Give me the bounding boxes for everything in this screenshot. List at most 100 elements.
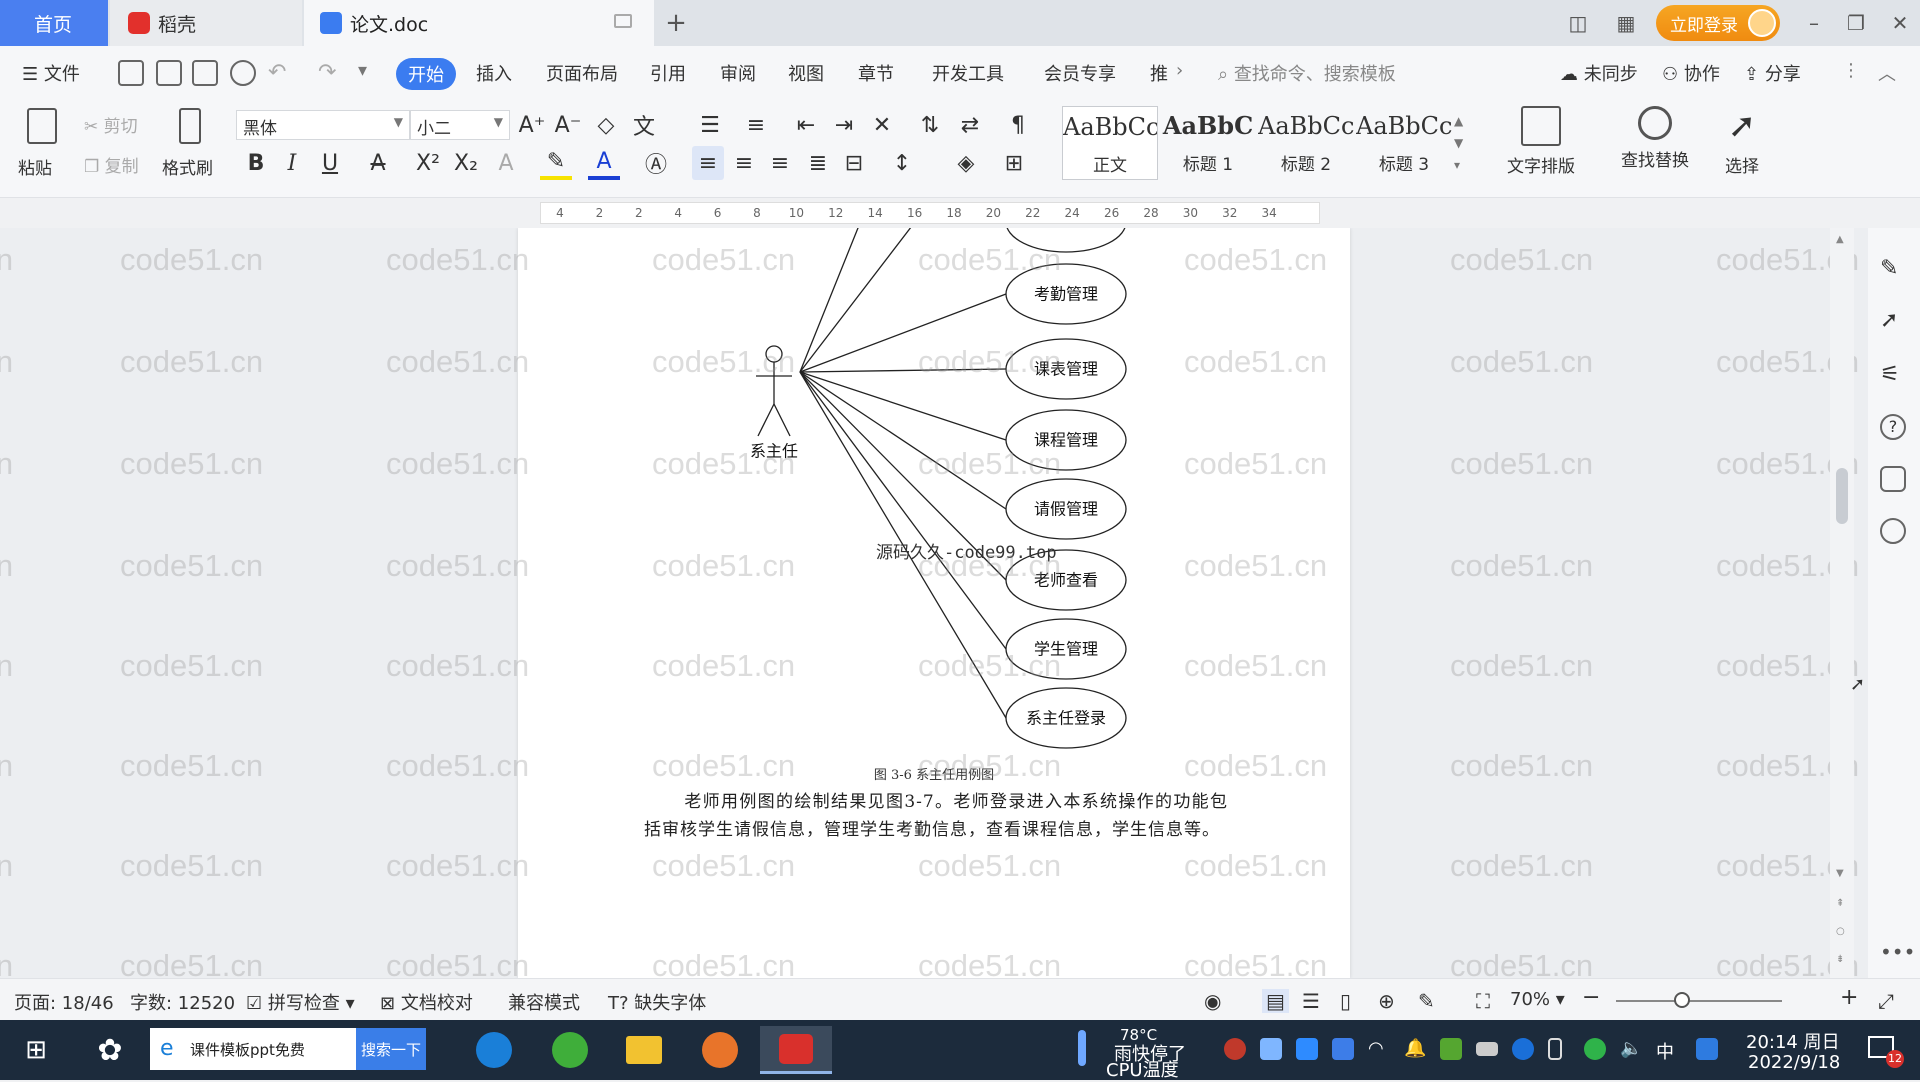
bluetooth-icon[interactable] [1512, 1038, 1534, 1060]
ime-indicator[interactable]: 中 [1656, 1038, 1674, 1064]
copy-button[interactable]: ❐ 复制 [84, 152, 139, 177]
underline-icon[interactable]: U [314, 146, 346, 180]
undo-icon[interactable]: ↶ [268, 60, 286, 85]
decrease-indent-icon[interactable]: ⇤ [790, 108, 822, 142]
grow-font-icon[interactable]: A⁺ [516, 108, 548, 142]
shrink-font-icon[interactable]: A⁻ [552, 108, 584, 142]
distribute-icon[interactable]: ⊟ [838, 146, 870, 180]
settings-slider-icon[interactable]: ⚟ [1880, 362, 1906, 388]
zoom-slider[interactable] [1616, 1000, 1782, 1002]
compat-mode[interactable]: 兼容模式 [508, 989, 580, 1015]
ie-browser-icon[interactable] [464, 1026, 524, 1074]
sort-icon[interactable]: ⇅ [914, 108, 946, 142]
menu-chapter[interactable]: 章节 [858, 60, 894, 86]
sync-status[interactable]: ☁ 未同步 [1560, 60, 1638, 86]
apps-grid-icon[interactable]: ▦ [1610, 8, 1642, 38]
menu-file[interactable]: ☰ 文件 [22, 60, 80, 86]
tray-app-1-icon[interactable] [1224, 1038, 1246, 1060]
bold-icon[interactable]: B [240, 146, 272, 180]
menu-recommend[interactable]: 推 [1150, 60, 1168, 86]
cut-button[interactable]: ✂ 剪切 [84, 112, 138, 137]
tab-home[interactable]: 首页 [0, 0, 108, 46]
scroll-up-icon[interactable]: ▲ [1836, 234, 1844, 245]
clock-time[interactable]: 20:14 周日 [1746, 1028, 1840, 1054]
format-painter-button[interactable]: 格式刷 [160, 106, 220, 186]
font-name-select[interactable]: 黑体 ▼ [236, 110, 410, 140]
shield-icon[interactable] [1332, 1038, 1354, 1060]
pen-icon[interactable]: ✎ [1880, 256, 1906, 282]
quick-access-dropdown-icon[interactable]: ▾ [358, 60, 367, 81]
missing-font-button[interactable]: T? 缺失字体 [608, 989, 706, 1015]
usb-icon[interactable] [1548, 1038, 1562, 1060]
chevron-right-icon[interactable]: › [1176, 60, 1183, 81]
compass-icon[interactable] [1880, 518, 1906, 544]
menu-view[interactable]: 视图 [788, 60, 824, 86]
image-tool-icon[interactable] [1880, 466, 1906, 492]
fullscreen-icon[interactable]: ⤢ [1878, 989, 1894, 1013]
login-button[interactable]: 立即登录 [1656, 5, 1780, 41]
char-border-icon[interactable]: Ⓐ [640, 146, 672, 180]
monitor-icon[interactable] [614, 14, 632, 28]
menu-references[interactable]: 引用 [650, 60, 686, 86]
collapse-ribbon-icon[interactable]: ︿ [1878, 60, 1896, 86]
increase-indent-icon[interactable]: ⇥ [828, 108, 860, 142]
text-direction-icon[interactable]: ⇄ [954, 108, 986, 142]
gpu-icon[interactable] [1440, 1038, 1462, 1060]
scrollbar-thumb[interactable] [1836, 468, 1848, 524]
menu-insert[interactable]: 插入 [476, 60, 512, 86]
tray-app-2-icon[interactable] [1260, 1038, 1282, 1060]
redo-icon[interactable]: ↷ [318, 60, 336, 85]
more-dots-icon[interactable]: ••• [1880, 940, 1915, 964]
share-button[interactable]: ⇪ 分享 [1744, 60, 1801, 86]
style-heading-1[interactable]: AaBbC 标题 1 [1160, 106, 1256, 180]
close-icon[interactable]: ✕ [1884, 8, 1916, 38]
next-page-icon[interactable]: ⇟ [1836, 954, 1844, 965]
menu-start[interactable]: 开始 [396, 58, 456, 90]
font-size-select[interactable]: 小二 ▼ [410, 110, 510, 140]
document-page[interactable]: 考勤管理 课表管理 课程管理 请假管理 老师查看 学生管理 系主任登录 系主任 源码久久-co… [518, 228, 1350, 978]
chinese-layout-icon[interactable]: ✕ [866, 108, 898, 142]
bell-icon[interactable]: 🔔 [1404, 1038, 1426, 1060]
italic-icon[interactable]: I [276, 146, 308, 180]
eye-protection-icon[interactable]: ◉ [1204, 989, 1221, 1013]
preview-icon[interactable] [230, 60, 256, 86]
subscript-icon[interactable]: X₂ [450, 146, 482, 180]
paste-button[interactable]: 粘贴 [14, 106, 70, 186]
line-spacing-icon[interactable]: ↕ [886, 146, 918, 180]
menu-review[interactable]: 审阅 [720, 60, 756, 86]
battery-icon[interactable] [1476, 1042, 1498, 1056]
borders-icon[interactable]: ⊞ [998, 146, 1030, 180]
justify-icon[interactable]: ≣ [802, 146, 834, 180]
proofread-button[interactable]: ⊠ 文档校对 [380, 989, 473, 1015]
menu-dev-tools[interactable]: 开发工具 [932, 60, 1004, 86]
vertical-scrollbar[interactable]: ▲ ▼ ⇞ ○ ⇟ [1830, 228, 1854, 978]
minimize-icon[interactable]: – [1798, 8, 1830, 38]
restore-icon[interactable]: ❐ [1840, 8, 1872, 38]
menu-page-layout[interactable]: 页面布局 [546, 60, 618, 86]
align-right-icon[interactable]: ≡ [764, 146, 796, 180]
web-view-icon[interactable]: ⊕ [1378, 989, 1395, 1013]
help-icon[interactable]: ? [1880, 414, 1906, 440]
clock-date[interactable]: 2022/9/18 [1748, 1052, 1840, 1073]
write-view-icon[interactable]: ✎ [1418, 989, 1435, 1013]
fit-page-icon[interactable]: ⛶ [1476, 989, 1490, 1013]
taskbar-search-input[interactable]: e 课件模板ppt免费 [150, 1028, 356, 1070]
tray-app-5-icon[interactable] [1696, 1038, 1718, 1060]
highlight-icon[interactable]: ✎ [540, 146, 572, 180]
shading-icon[interactable]: ◈ [950, 146, 982, 180]
green-browser-icon[interactable] [540, 1026, 600, 1074]
show-marks-icon[interactable]: ¶ [1002, 108, 1034, 142]
style-heading-2[interactable]: AaBbCc 标题 2 [1258, 106, 1354, 180]
select-browse-icon[interactable]: ○ [1836, 926, 1845, 937]
game-app-icon[interactable] [690, 1026, 750, 1074]
clear-format-icon[interactable]: ◇ [590, 108, 622, 142]
find-replace-button[interactable]: 查找替换 [1610, 106, 1700, 171]
outline-view-icon[interactable]: ☰ [1302, 989, 1320, 1013]
collab-button[interactable]: ⚇ 协作 [1662, 60, 1720, 86]
pinwheel-icon[interactable]: ✿ [80, 1026, 140, 1074]
tray-app-3-icon[interactable] [1296, 1038, 1318, 1060]
more-icon[interactable]: ⋮ [1842, 60, 1860, 81]
strikethrough-icon[interactable]: A [362, 146, 394, 180]
horizontal-ruler[interactable]: 4 2 2 4 6 8 10 12 14 16 18 20 22 24 26 28 30 32 34 [0, 198, 1920, 228]
zoom-in-icon[interactable]: + [1840, 985, 1858, 1010]
